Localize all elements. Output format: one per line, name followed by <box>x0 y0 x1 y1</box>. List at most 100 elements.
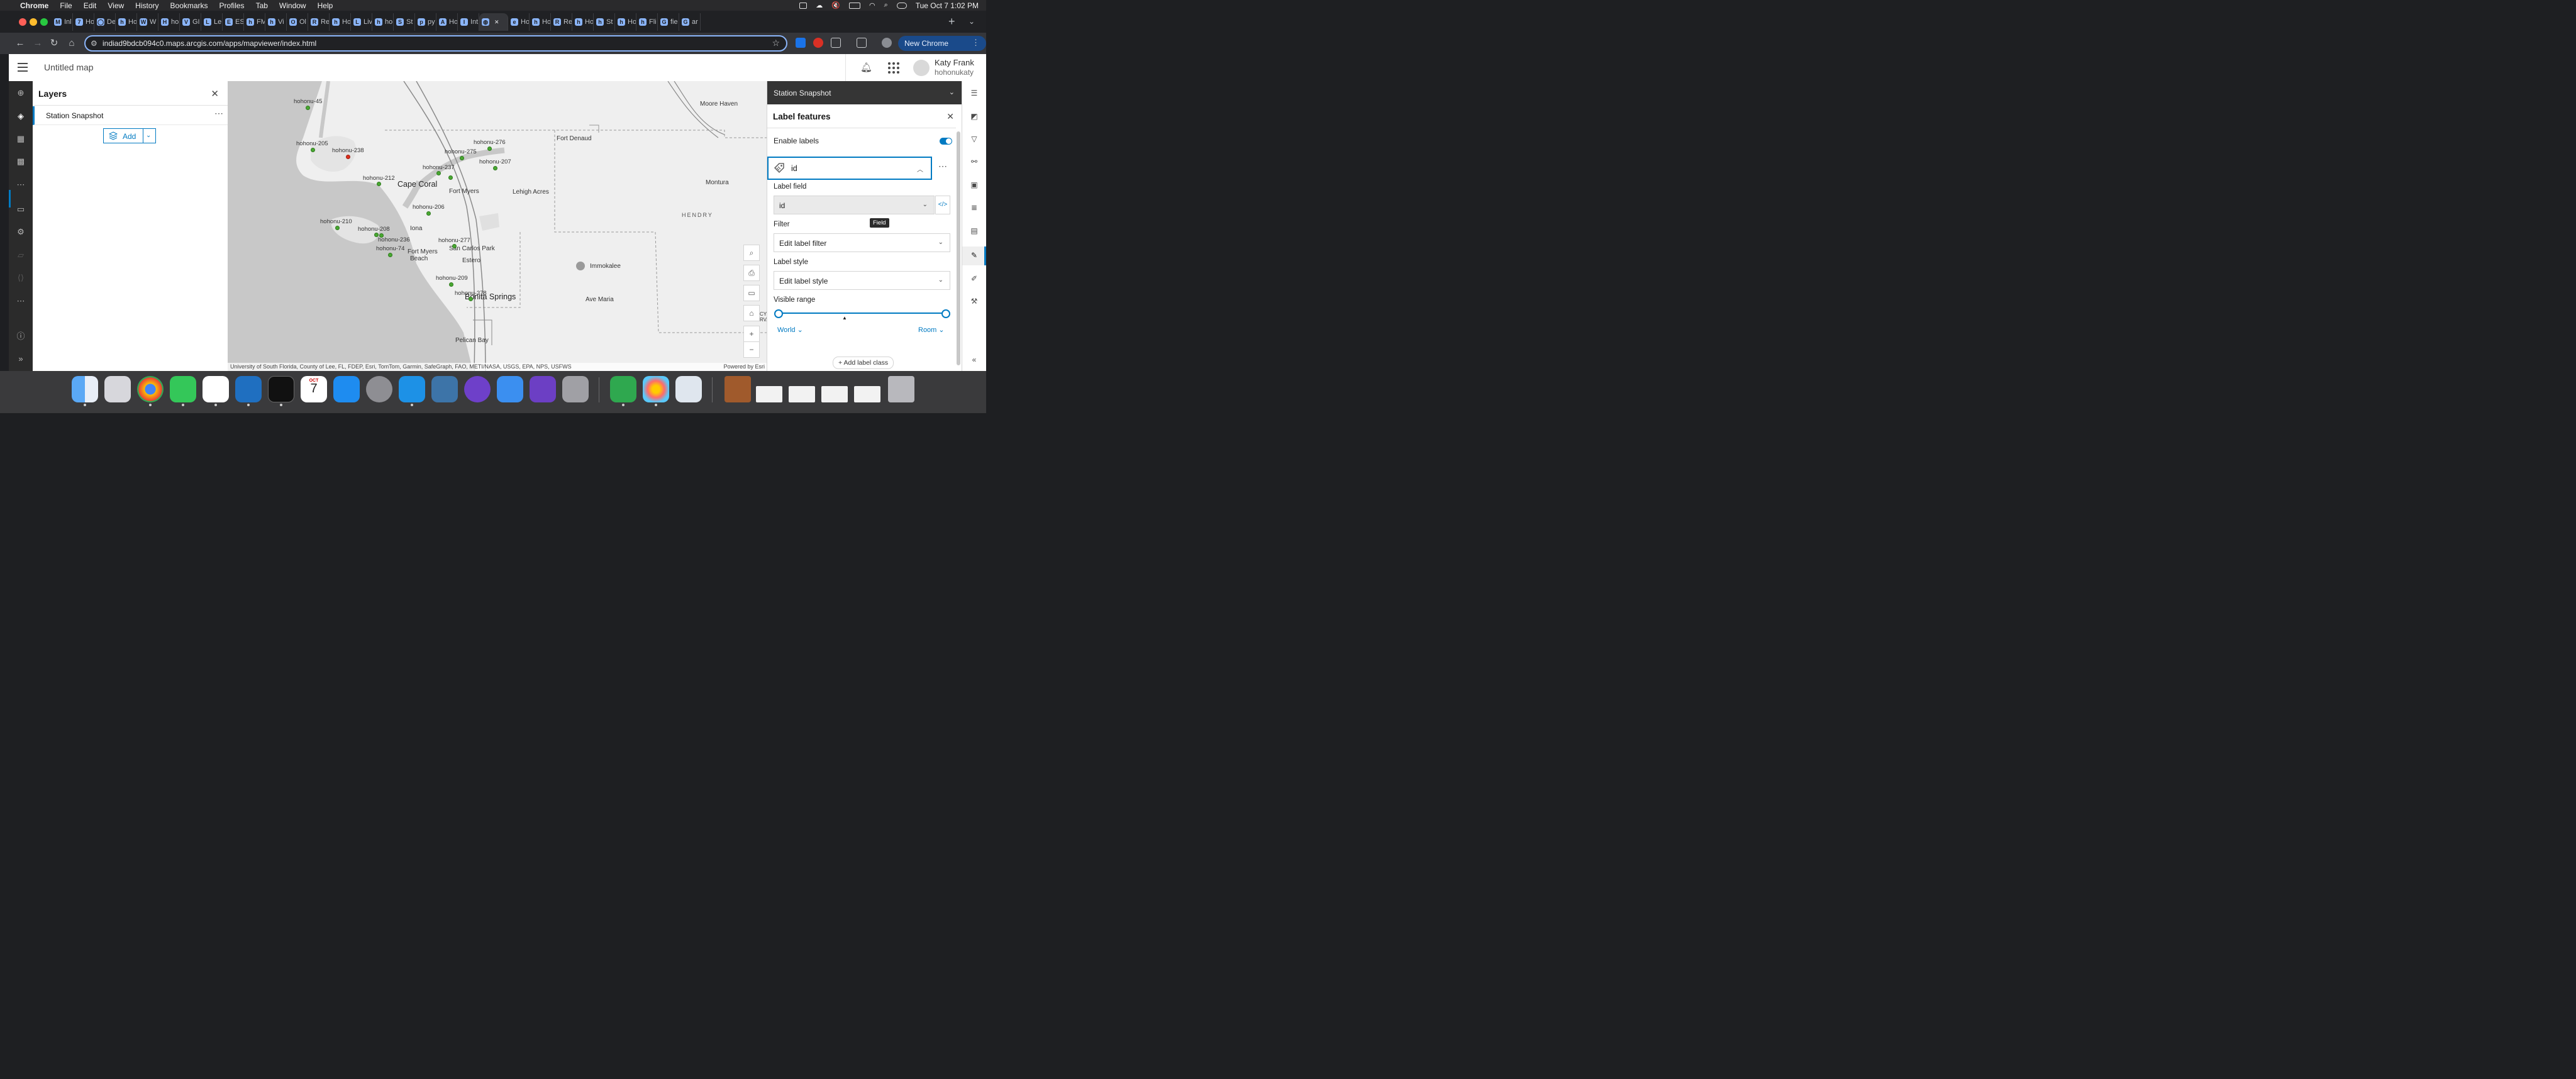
enable-labels-toggle[interactable] <box>940 138 952 145</box>
layer-selector[interactable]: Station Snapshot ⌄ <box>767 81 962 104</box>
map-search-icon[interactable]: ⌕ <box>743 245 760 261</box>
site-info-icon[interactable]: ⚙ <box>91 39 97 48</box>
menu-view[interactable]: View <box>108 1 124 10</box>
browser-tab[interactable]: 7 Ho <box>73 13 94 31</box>
label-filter-select[interactable]: Edit label filter ⌄ <box>774 233 950 252</box>
range-min-select[interactable]: World ⌄ <box>777 326 803 334</box>
print-icon[interactable]: ⎙ <box>743 265 760 281</box>
chevron-down-icon[interactable]: ⌄ <box>146 132 151 139</box>
map-properties-icon[interactable]: ▭ <box>14 203 27 216</box>
tab-search-icon[interactable]: ⌄ <box>969 17 975 26</box>
station-point[interactable] <box>311 148 315 152</box>
map-view[interactable]: Moore Haven Fort Denaud Montura Cape Cor… <box>228 81 767 371</box>
chrome-menu-icon[interactable]: ⋮ <box>972 38 980 48</box>
sketch-icon[interactable]: ▱ <box>14 249 27 262</box>
weather-app-icon[interactable] <box>497 376 523 402</box>
add-label-class-button[interactable]: + Add label class <box>833 357 894 369</box>
extension-icon[interactable] <box>796 38 806 48</box>
wifi-icon[interactable]: ◠ <box>869 1 875 9</box>
menu-history[interactable]: History <box>135 1 158 10</box>
visible-range-min-handle[interactable] <box>774 309 783 318</box>
panel-scrollbar[interactable] <box>957 131 960 365</box>
app-store-icon[interactable] <box>333 376 360 402</box>
minimized-window[interactable] <box>821 386 848 402</box>
range-max-select[interactable]: Room ⌄ <box>918 326 945 334</box>
labels-icon[interactable]: ✎ <box>969 250 980 261</box>
back-button[interactable]: ← <box>14 37 26 50</box>
home-button[interactable]: ⌂ <box>65 37 78 50</box>
visible-range-max-handle[interactable] <box>941 309 950 318</box>
station-point[interactable] <box>460 156 464 160</box>
layers-icon[interactable]: ◈ <box>14 110 27 123</box>
browser-tab[interactable]: M Inl <box>52 13 73 31</box>
layer-name[interactable]: Station Snapshot <box>46 111 103 120</box>
browser-tab[interactable]: V GI <box>180 13 201 31</box>
zoom-out-button[interactable]: − <box>743 341 760 358</box>
close-icon[interactable]: ✕ <box>211 88 219 99</box>
attribution-text[interactable]: University of South Florida, County of L… <box>230 363 572 370</box>
mute-icon[interactable]: 🔇 <box>831 1 840 9</box>
browser-tab[interactable]: h Ho <box>615 13 636 31</box>
settings-gear-icon[interactable]: ⚙ <box>14 226 27 238</box>
menu-profiles[interactable]: Profiles <box>219 1 245 10</box>
more-icon[interactable]: ⋯ <box>14 295 27 307</box>
basemap-icon[interactable]: ▩ <box>14 155 27 168</box>
menu-edit[interactable]: Edit <box>84 1 97 10</box>
menu-app-name[interactable]: Chrome <box>20 1 48 10</box>
filter-icon[interactable]: ▽ <box>969 133 980 145</box>
browser-tab[interactable]: h Ho <box>116 13 137 31</box>
minimize-window-button[interactable] <box>30 18 37 26</box>
browser-tab[interactable]: h Ho <box>530 13 551 31</box>
minimized-window[interactable] <box>854 386 880 402</box>
selected-layer-name[interactable]: Station Snapshot <box>774 89 831 97</box>
browser-tab[interactable]: Hho <box>158 13 180 31</box>
station-point[interactable] <box>452 244 457 248</box>
more-tools-icon[interactable]: ⋯ <box>14 179 27 191</box>
station-point[interactable] <box>493 166 497 170</box>
map-title[interactable]: Untitled map <box>44 62 94 72</box>
postgres-icon[interactable] <box>431 376 458 402</box>
station-point[interactable] <box>306 106 310 110</box>
minimized-window[interactable] <box>789 386 815 402</box>
spotlight-icon[interactable]: ⌕ <box>884 1 888 9</box>
add-layer-icon[interactable]: ⊕ <box>14 87 27 99</box>
notifications-bell-icon[interactable]: 🔔︎ <box>860 62 873 74</box>
photos-icon[interactable] <box>643 376 669 402</box>
vscode-icon[interactable] <box>235 376 262 402</box>
expand-icon[interactable]: » <box>14 353 27 365</box>
browser-tab[interactable]: A Ho <box>436 13 458 31</box>
fields-icon[interactable]: ≣ <box>969 202 980 213</box>
forward-button[interactable]: → <box>31 37 44 50</box>
station-point[interactable] <box>469 297 473 301</box>
station-point[interactable] <box>487 147 492 151</box>
tables-icon[interactable]: ▦ <box>14 133 27 145</box>
preview-icon[interactable] <box>675 376 702 402</box>
iphone-mirroring-icon[interactable] <box>562 376 589 402</box>
docker-icon[interactable] <box>399 376 425 402</box>
browser-tab[interactable]: R Re <box>551 13 572 31</box>
popups-icon[interactable]: ▣ <box>969 179 980 191</box>
powered-by-esri[interactable]: Powered by Esri <box>723 363 765 370</box>
minimized-window[interactable] <box>756 386 782 402</box>
slack-icon[interactable] <box>203 376 229 402</box>
station-point[interactable] <box>449 282 453 287</box>
browser-tab[interactable]: O Ol <box>287 13 308 31</box>
browser-tab[interactable]: e Ho <box>508 13 530 31</box>
station-point[interactable] <box>388 253 392 257</box>
forms-icon[interactable]: ▤ <box>969 225 980 236</box>
default-extent-home-icon[interactable]: ⌂ <box>743 305 760 321</box>
browser-tab[interactable]: Gar <box>679 13 701 31</box>
messages-icon[interactable] <box>170 376 196 402</box>
chrome-icon[interactable] <box>137 376 164 402</box>
system-settings-icon[interactable] <box>366 376 392 402</box>
zoom-window-button[interactable] <box>40 18 48 26</box>
browser-tab[interactable]: S St <box>394 13 415 31</box>
numbers-icon[interactable] <box>610 376 636 402</box>
browser-tab[interactable]: L Le <box>201 13 223 31</box>
reload-button[interactable]: ↻ <box>48 37 60 50</box>
label-class-header[interactable]: id ︿ <box>767 157 932 180</box>
profile-avatar-icon[interactable] <box>882 38 892 48</box>
terminal-icon[interactable] <box>268 376 294 402</box>
info-icon[interactable]: ⓘ <box>14 330 27 343</box>
bookmark-star-icon[interactable]: ☆ <box>772 38 780 48</box>
